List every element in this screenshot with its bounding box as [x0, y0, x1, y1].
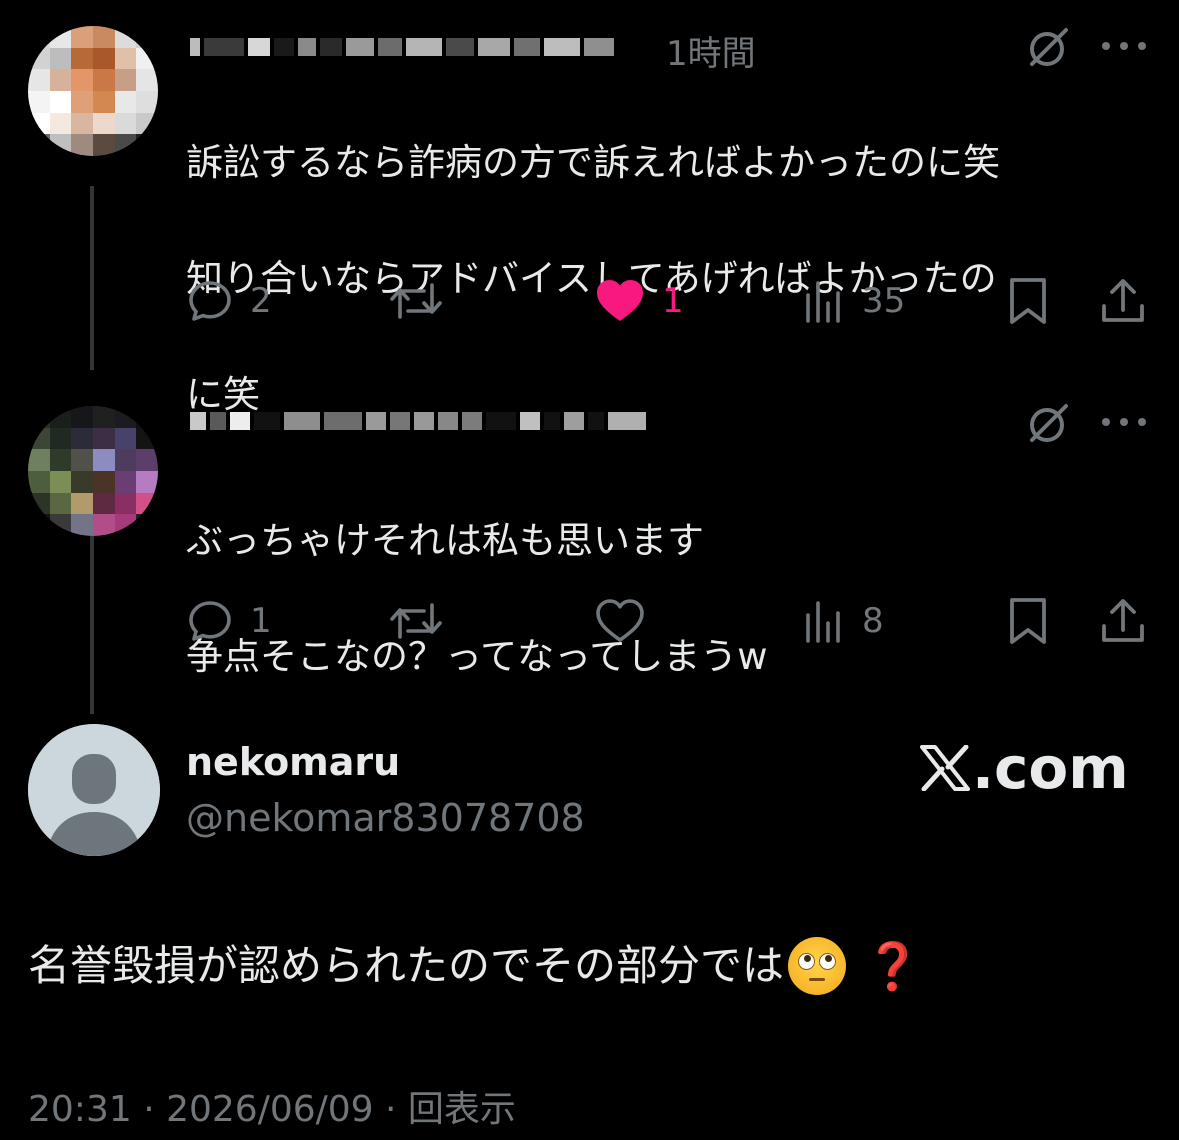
more-options-icon[interactable] [1102, 416, 1146, 428]
like-button[interactable]: 1 [594, 276, 684, 326]
share-icon [1102, 599, 1144, 642]
like-count: 1 [662, 281, 684, 321]
share-button[interactable] [1100, 596, 1146, 646]
heart-icon [596, 599, 644, 642]
reply-count: 2 [250, 281, 272, 321]
question-mark-emoji-icon: ❓ [864, 939, 922, 993]
share-icon [1102, 279, 1144, 322]
reply-2-action-bar: 1 8 [186, 596, 1146, 646]
repost-button[interactable] [386, 596, 446, 646]
rolling-eyes-emoji-icon [788, 937, 847, 995]
default-avatar[interactable] [28, 724, 160, 856]
repost-icon [390, 283, 442, 319]
post-detail-page: 1時間 訴訟するなら詐病の方で訴えればよかったのに笑 知り合いならアドバイスして… [0, 0, 1179, 1140]
x-com-text: .com [972, 734, 1129, 802]
share-button[interactable] [1100, 276, 1146, 326]
reply-count: 1 [250, 601, 272, 641]
reply-2-author-redacted[interactable] [190, 410, 646, 432]
grok-icon[interactable] [1024, 400, 1072, 448]
author-handle[interactable]: @nekomar83078708 [186, 796, 585, 840]
x-com-watermark: .com [920, 734, 1129, 802]
post-body: 名誉毀損が認められたのでその部分では ❓ [28, 936, 921, 996]
author-display-name[interactable]: nekomaru [186, 740, 400, 784]
views-button[interactable]: 8 [802, 596, 884, 646]
more-options-icon[interactable] [1102, 40, 1146, 52]
comment-icon [189, 601, 231, 641]
bookmark-button[interactable] [1006, 596, 1050, 646]
reply-2-line: ぶっちゃけそれは私も思います [186, 519, 704, 562]
reply-button[interactable]: 2 [186, 276, 272, 326]
reply-2-avatar[interactable] [28, 406, 158, 536]
views-count: 8 [862, 601, 884, 641]
x-logo-icon [920, 745, 970, 791]
bookmark-icon [1010, 278, 1046, 324]
bookmark-button[interactable] [1006, 276, 1050, 326]
repost-button[interactable] [386, 276, 446, 326]
reply-1-author-redacted[interactable] [190, 36, 614, 58]
views-chart-icon [806, 281, 840, 323]
grok-icon[interactable] [1024, 24, 1072, 72]
comment-icon [189, 281, 231, 321]
heart-filled-icon [597, 280, 643, 321]
reply-1-line: 訴訟するなら詐病の方で訴えればよかったのに笑 [186, 141, 1000, 184]
bookmark-icon [1010, 598, 1046, 644]
post-text: 名誉毀損が認められたのでその部分では [28, 941, 785, 990]
default-profile-icon [28, 724, 160, 856]
reply-1-time[interactable]: 1時間 [666, 26, 756, 75]
views-chart-icon [806, 601, 840, 643]
reply-1-action-bar: 2 1 35 [186, 276, 1146, 326]
post-timestamp[interactable]: 20:31 · 2026/06/09 · 回表示 [28, 1080, 516, 1132]
like-button[interactable] [594, 596, 662, 646]
reply-1-avatar[interactable] [28, 26, 158, 156]
views-count: 35 [862, 281, 906, 321]
thread-connector-line [90, 536, 94, 714]
reply-button[interactable]: 1 [186, 596, 272, 646]
thread-connector-line [90, 186, 94, 370]
repost-icon [390, 603, 442, 639]
views-button[interactable]: 35 [802, 276, 905, 326]
